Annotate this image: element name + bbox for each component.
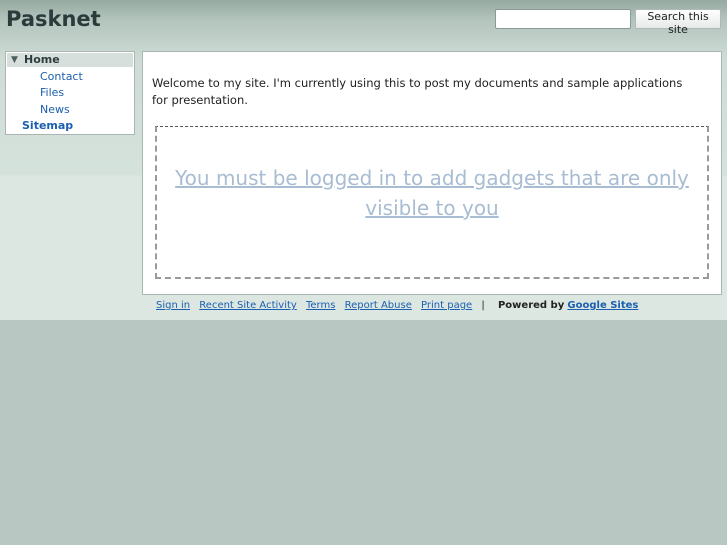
sidebar-item-files[interactable]: Files xyxy=(40,86,64,99)
welcome-text: Welcome to my site. I'm currently using … xyxy=(152,76,683,107)
sidebar-item-news[interactable]: News xyxy=(40,103,70,116)
sidebar-item-home[interactable]: ▼ Home xyxy=(7,53,133,67)
google-sites-link[interactable]: Google Sites xyxy=(567,300,638,311)
site-footer: Sign in Recent Site Activity Terms Repor… xyxy=(156,300,644,314)
terms-link[interactable]: Terms xyxy=(306,300,335,311)
site-title[interactable]: Pasknet xyxy=(6,7,101,31)
gadget-login-message[interactable]: You must be logged in to add gadgets tha… xyxy=(157,163,707,223)
search-button[interactable]: Search this site xyxy=(635,9,721,36)
main-content: Welcome to my site. I'm currently using … xyxy=(142,51,722,295)
sidebar-item-contact[interactable]: Contact xyxy=(40,70,83,83)
sidebar-navigation: ▼ Home Contact Files News Sitemap xyxy=(5,51,135,135)
powered-by-label: Powered by xyxy=(497,300,565,311)
page-background: Pasknet Search this site ▼ Home Contact … xyxy=(0,0,727,320)
recent-site-activity-link[interactable]: Recent Site Activity xyxy=(199,300,297,311)
gadget-placeholder: You must be logged in to add gadgets tha… xyxy=(155,126,709,279)
sign-in-link[interactable]: Sign in xyxy=(156,300,190,311)
report-abuse-link[interactable]: Report Abuse xyxy=(345,300,412,311)
sidebar-item-sitemap[interactable]: Sitemap xyxy=(22,119,73,132)
expand-triangle-icon[interactable]: ▼ xyxy=(11,55,18,65)
site-header: Pasknet Search this site xyxy=(0,0,727,42)
print-page-link[interactable]: Print page xyxy=(421,300,472,311)
sidebar-item-label: Home xyxy=(24,53,60,66)
footer-separator: | xyxy=(481,300,485,311)
search-input[interactable] xyxy=(495,9,631,29)
